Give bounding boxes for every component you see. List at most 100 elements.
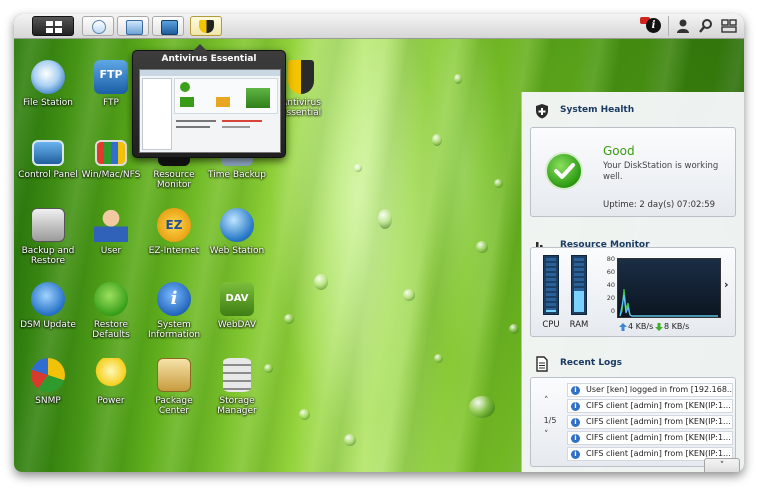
icon-label: Time Backup bbox=[208, 170, 266, 180]
info-icon: i bbox=[571, 418, 580, 427]
webdav-icon: DAV bbox=[220, 282, 254, 316]
ram-usage-fill bbox=[574, 291, 584, 312]
taskbar-app-file-station[interactable] bbox=[82, 16, 114, 36]
backup-restore-icon bbox=[31, 208, 65, 242]
user-icon bbox=[677, 19, 689, 33]
storage-icon bbox=[223, 358, 251, 392]
globe-icon bbox=[220, 208, 254, 242]
log-text: CIFS client [admin] from [KEN(IP:1... bbox=[586, 449, 731, 458]
popup-title: Antivirus Essential bbox=[161, 54, 257, 64]
widget-panel: System Health Good Your DiskStation is w… bbox=[521, 92, 744, 472]
chevron-up-icon[interactable]: ˄ bbox=[544, 396, 549, 406]
shield-icon bbox=[288, 60, 314, 94]
y-tick: 80 bbox=[606, 255, 615, 263]
icon-label: Storage Manager bbox=[217, 396, 257, 416]
desktop-icon-package-center[interactable]: Package Center bbox=[141, 358, 207, 416]
notification-button[interactable]: i bbox=[640, 17, 661, 35]
desktop-icon-storage-manager[interactable]: Storage Manager bbox=[204, 358, 270, 416]
desktop-icon-webdav[interactable]: DAV WebDAV bbox=[204, 282, 270, 330]
icon-label: User bbox=[100, 246, 122, 256]
icon-label: Package Center bbox=[155, 396, 193, 416]
icon-label: DSM Update bbox=[20, 320, 76, 330]
taskbar-divider bbox=[668, 16, 669, 36]
upload-arrow-icon bbox=[619, 323, 627, 331]
health-status: Good bbox=[603, 144, 635, 158]
icon-label: System Information bbox=[147, 320, 201, 340]
icon-label: WebDAV bbox=[217, 320, 257, 330]
info-icon: i bbox=[571, 450, 580, 459]
system-health-header: System Health bbox=[522, 100, 744, 122]
dsm-update-icon bbox=[31, 282, 65, 316]
desktop-icon-power[interactable]: Power bbox=[78, 358, 144, 406]
system-health-widget: Good Your DiskStation is working well. U… bbox=[530, 127, 736, 217]
download-series bbox=[619, 288, 718, 317]
restore-defaults-icon bbox=[94, 282, 128, 316]
network-chart bbox=[617, 258, 721, 318]
logs-pager: ˄ 1/5 ˅ bbox=[531, 378, 569, 466]
icon-label: SNMP bbox=[35, 396, 61, 406]
y-tick: 40 bbox=[606, 281, 615, 289]
search-icon bbox=[699, 19, 712, 33]
grid-icon bbox=[46, 21, 62, 33]
icon-label: Power bbox=[97, 396, 125, 406]
lightbulb-icon bbox=[94, 358, 128, 392]
desktop-icon-dsm-update[interactable]: DSM Update bbox=[15, 282, 81, 330]
log-entry[interactable]: i CIFS client [admin] from [KEN(IP:1... bbox=[567, 431, 733, 445]
package-icon bbox=[157, 358, 191, 392]
info-icon: i bbox=[646, 18, 661, 33]
upload-series bbox=[619, 294, 718, 317]
taskbar-app-antivirus-essential[interactable] bbox=[190, 16, 222, 36]
logs-page-indicator: 1/5 bbox=[543, 416, 557, 425]
taskbar-preview-popup[interactable]: Antivirus Essential bbox=[132, 44, 286, 158]
file-station-icon bbox=[92, 20, 106, 34]
health-description: Your DiskStation is working well. bbox=[603, 161, 719, 182]
document-icon bbox=[536, 356, 548, 372]
desktop-icon-system-information[interactable]: i System Information bbox=[141, 282, 207, 340]
desktop-icon-restore-defaults[interactable]: Restore Defaults bbox=[78, 282, 144, 340]
main-menu-button[interactable] bbox=[32, 16, 74, 36]
ez-internet-icon: EZ bbox=[157, 208, 191, 242]
resource-monitor-widget: CPU RAM 80 60 40 20 0 › 4 KB/s 8 KB/s bbox=[530, 247, 736, 337]
log-entry[interactable]: i CIFS client [admin] from [KEN(IP:1... bbox=[567, 415, 733, 429]
info-icon: i bbox=[157, 282, 191, 316]
icon-label: Win/Mac/NFS bbox=[81, 170, 141, 180]
recent-logs-title: Recent Logs bbox=[560, 358, 623, 368]
log-entry[interactable]: i User [ken] logged in from [192.168... bbox=[567, 383, 733, 397]
icon-label: EZ-Internet bbox=[148, 246, 200, 256]
desktop-icon-ez-internet[interactable]: EZ EZ-Internet bbox=[141, 208, 207, 256]
icon-label: Backup and Restore bbox=[21, 246, 75, 266]
system-health-title: System Health bbox=[560, 105, 635, 115]
icon-label: Control Panel bbox=[18, 170, 78, 180]
search-button[interactable] bbox=[697, 17, 715, 35]
chevron-down-icon[interactable]: ˅ bbox=[544, 430, 549, 440]
icon-label: File Station bbox=[23, 98, 73, 108]
recent-logs-header: Recent Logs bbox=[522, 353, 744, 375]
desktop-icon-backup-and-restore[interactable]: Backup and Restore bbox=[15, 208, 81, 266]
file-station-icon bbox=[31, 60, 65, 94]
cpu-label: CPU bbox=[542, 320, 560, 330]
magnifier-window-icon bbox=[126, 20, 143, 35]
taskbar-app-resource-monitor[interactable] bbox=[117, 16, 149, 36]
widgets-toggle-button[interactable] bbox=[720, 17, 738, 35]
desktop-icon-control-panel[interactable]: Control Panel bbox=[15, 134, 81, 180]
taskbar: i bbox=[14, 14, 744, 39]
user-button[interactable] bbox=[674, 17, 692, 35]
desktop-icon-snmp[interactable]: SNMP bbox=[15, 358, 81, 406]
collapse-panel-button[interactable]: ˅ bbox=[704, 458, 740, 472]
ram-label: RAM bbox=[569, 320, 589, 330]
cpu-usage-bar bbox=[543, 255, 559, 315]
control-panel-icon bbox=[32, 140, 64, 166]
desktop-icon-web-station[interactable]: Web Station bbox=[204, 208, 270, 256]
y-tick: 60 bbox=[606, 268, 615, 276]
shield-plus-icon bbox=[536, 104, 548, 119]
cpu-usage-fill bbox=[546, 310, 556, 312]
uptime-text: Uptime: 2 day(s) 07:02:59 bbox=[603, 200, 716, 210]
desktop-icon-file-station[interactable]: File Station bbox=[15, 60, 81, 108]
log-text: CIFS client [admin] from [KEN(IP:1... bbox=[586, 433, 731, 442]
log-text: CIFS client [admin] from [KEN(IP:1... bbox=[586, 401, 731, 410]
taskbar-app-control-panel[interactable] bbox=[152, 16, 184, 36]
chevron-right-icon[interactable]: › bbox=[724, 278, 729, 291]
y-tick: 20 bbox=[606, 294, 615, 302]
log-entry[interactable]: i CIFS client [admin] from [KEN(IP:1... bbox=[567, 399, 733, 413]
desktop-icon-user[interactable]: User bbox=[78, 208, 144, 256]
